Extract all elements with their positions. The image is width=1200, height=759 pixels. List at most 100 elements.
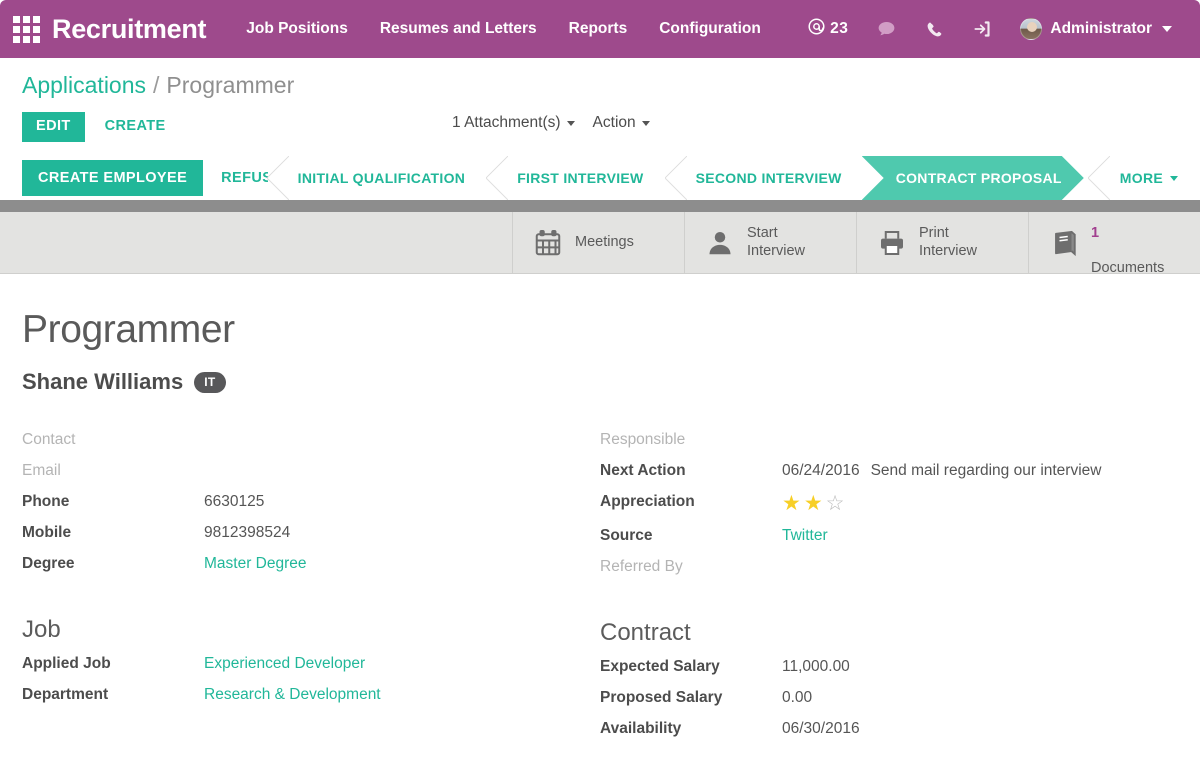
field-row-responsible: Responsible bbox=[600, 431, 1178, 462]
chevron-down-icon bbox=[642, 121, 650, 126]
attachments-dropdown[interactable]: 1 Attachment(s) bbox=[452, 114, 575, 132]
create-button[interactable]: CREATE bbox=[91, 112, 180, 142]
record-sheet: Programmer Shane Williams IT Contact Ema… bbox=[0, 274, 1200, 751]
stat-button-print-interview[interactable]: Print Interview bbox=[856, 212, 1028, 273]
value-availability[interactable]: 06/30/2016 bbox=[782, 720, 1178, 751]
avatar bbox=[1020, 18, 1042, 40]
panel-divider bbox=[0, 200, 1200, 212]
stat-button-meetings[interactable]: Meetings bbox=[512, 212, 684, 273]
user-menu[interactable]: Administrator bbox=[1006, 0, 1186, 58]
phone-button[interactable] bbox=[911, 0, 958, 58]
chat-icon bbox=[876, 19, 897, 40]
value-department[interactable]: Research & Development bbox=[204, 686, 381, 703]
appreciation-stars[interactable]: ★ ★ ☆ bbox=[782, 493, 1178, 514]
star-icon-empty[interactable]: ☆ bbox=[826, 493, 845, 514]
stat-button-label-wrap: 1 Documents bbox=[1091, 207, 1164, 278]
mentions-count: 23 bbox=[830, 20, 848, 38]
label-source: Source bbox=[600, 527, 782, 558]
calendar-icon bbox=[533, 228, 563, 258]
next-action-date: 06/24/2016 bbox=[782, 462, 860, 480]
stage-more-dropdown[interactable]: MORE bbox=[1084, 156, 1200, 200]
navbar-systray: 23 Administrator bbox=[793, 0, 1186, 58]
field-row-mobile: Mobile 9812398524 bbox=[22, 524, 600, 555]
value-phone[interactable]: 6630125 bbox=[204, 493, 600, 524]
status-bar-actions: CREATE EMPLOYEE REFUSE bbox=[0, 156, 300, 200]
field-row-contact: Contact bbox=[22, 431, 600, 462]
action-label: Action bbox=[593, 114, 636, 132]
action-dropdown[interactable]: Action bbox=[593, 114, 650, 132]
printer-icon bbox=[877, 228, 907, 258]
menu-item-reports[interactable]: Reports bbox=[569, 20, 628, 38]
label-appreciation: Appreciation bbox=[600, 493, 782, 527]
right-column: Responsible Next Action 06/24/2016 Send … bbox=[600, 431, 1178, 751]
chevron-down-icon bbox=[1170, 176, 1178, 181]
mentions-counter[interactable]: 23 bbox=[793, 0, 862, 58]
documents-count: 1 bbox=[1091, 225, 1164, 243]
apps-menu-button[interactable] bbox=[0, 0, 52, 58]
value-responsible[interactable] bbox=[782, 431, 1178, 462]
value-applied-job[interactable]: Experienced Developer bbox=[204, 655, 365, 672]
app-brand-title: Recruitment bbox=[52, 14, 206, 45]
breadcrumb: Applications / Programmer bbox=[0, 72, 1200, 99]
field-row-department: Department Research & Development bbox=[22, 686, 600, 717]
label-responsible: Responsible bbox=[600, 431, 782, 462]
breadcrumb-separator: / bbox=[153, 72, 159, 99]
job-fields: Applied Job Experienced Developer Depart… bbox=[22, 655, 600, 717]
documents-icon bbox=[1049, 228, 1079, 258]
value-mobile[interactable]: 9812398524 bbox=[204, 524, 600, 555]
label-mobile: Mobile bbox=[22, 524, 204, 555]
breadcrumb-current: Programmer bbox=[166, 72, 294, 99]
stage-second-interview[interactable]: SECOND INTERVIEW bbox=[666, 156, 864, 200]
field-row-expected-salary: Expected Salary 11,000.00 bbox=[600, 658, 1178, 689]
stage-initial-qualification[interactable]: INITIAL QUALIFICATION bbox=[268, 156, 488, 200]
apps-grid-icon bbox=[13, 16, 40, 43]
status-badge: IT bbox=[194, 372, 225, 393]
menu-item-configuration[interactable]: Configuration bbox=[659, 20, 761, 38]
control-panel: Applications / Programmer EDIT CREATE 1 … bbox=[0, 58, 1200, 200]
candidate-row: Shane Williams IT bbox=[22, 369, 1200, 395]
value-source[interactable]: Twitter bbox=[782, 527, 828, 544]
fields-columns: Contact Email Phone 6630125 Mobile 98123… bbox=[22, 431, 1200, 751]
status-bar: CREATE EMPLOYEE REFUSE INITIAL QUALIFICA… bbox=[0, 156, 1200, 200]
user-name: Administrator bbox=[1050, 20, 1152, 38]
stage-first-interview[interactable]: FIRST INTERVIEW bbox=[487, 156, 665, 200]
value-email[interactable] bbox=[204, 462, 600, 493]
breadcrumb-applications[interactable]: Applications bbox=[22, 72, 146, 99]
main-menu: Job Positions Resumes and Letters Report… bbox=[246, 20, 761, 38]
top-navbar: Recruitment Job Positions Resumes and Le… bbox=[0, 0, 1200, 58]
value-proposed-salary[interactable]: 0.00 bbox=[782, 689, 1178, 720]
field-row-email: Email bbox=[22, 462, 600, 493]
chevron-down-icon bbox=[1162, 26, 1172, 32]
value-referred-by[interactable] bbox=[782, 558, 1178, 589]
responsible-fields: Responsible Next Action 06/24/2016 Send … bbox=[600, 431, 1178, 589]
edit-button[interactable]: EDIT bbox=[22, 112, 85, 142]
label-next-action: Next Action bbox=[600, 462, 782, 493]
star-icon-filled[interactable]: ★ bbox=[782, 493, 801, 514]
menu-item-job-positions[interactable]: Job Positions bbox=[246, 20, 348, 38]
field-row-availability: Availability 06/30/2016 bbox=[600, 720, 1178, 751]
label-email: Email bbox=[22, 462, 204, 493]
field-row-appreciation: Appreciation ★ ★ ☆ bbox=[600, 493, 1178, 527]
stat-button-label: Meetings bbox=[575, 234, 634, 252]
menu-item-resumes-and-letters[interactable]: Resumes and Letters bbox=[380, 20, 537, 38]
user-icon bbox=[705, 228, 735, 258]
next-action-value[interactable]: 06/24/2016 Send mail regarding our inter… bbox=[782, 462, 1178, 480]
value-degree[interactable]: Master Degree bbox=[204, 555, 307, 572]
chat-button[interactable] bbox=[862, 0, 911, 58]
group-title-contract: Contract bbox=[600, 619, 1178, 647]
stage-contract-proposal[interactable]: CONTRACT PROPOSAL bbox=[862, 156, 1084, 200]
create-employee-button[interactable]: CREATE EMPLOYEE bbox=[22, 160, 203, 197]
stat-button-start-interview[interactable]: Start Interview bbox=[684, 212, 856, 273]
value-expected-salary[interactable]: 11,000.00 bbox=[782, 658, 1178, 689]
spacer bbox=[600, 589, 1178, 619]
star-icon-filled[interactable]: ★ bbox=[804, 493, 823, 514]
field-row-degree: Degree Master Degree bbox=[22, 555, 600, 586]
field-row-next-action: Next Action 06/24/2016 Send mail regardi… bbox=[600, 462, 1178, 493]
candidate-name: Shane Williams bbox=[22, 369, 183, 395]
contact-fields: Contact Email Phone 6630125 Mobile 98123… bbox=[22, 431, 600, 586]
stat-button-documents[interactable]: 1 Documents bbox=[1028, 212, 1200, 273]
sign-in-button[interactable] bbox=[958, 0, 1006, 58]
value-contact[interactable] bbox=[204, 431, 600, 462]
at-icon bbox=[807, 17, 826, 42]
stage-more-label: MORE bbox=[1120, 170, 1163, 186]
